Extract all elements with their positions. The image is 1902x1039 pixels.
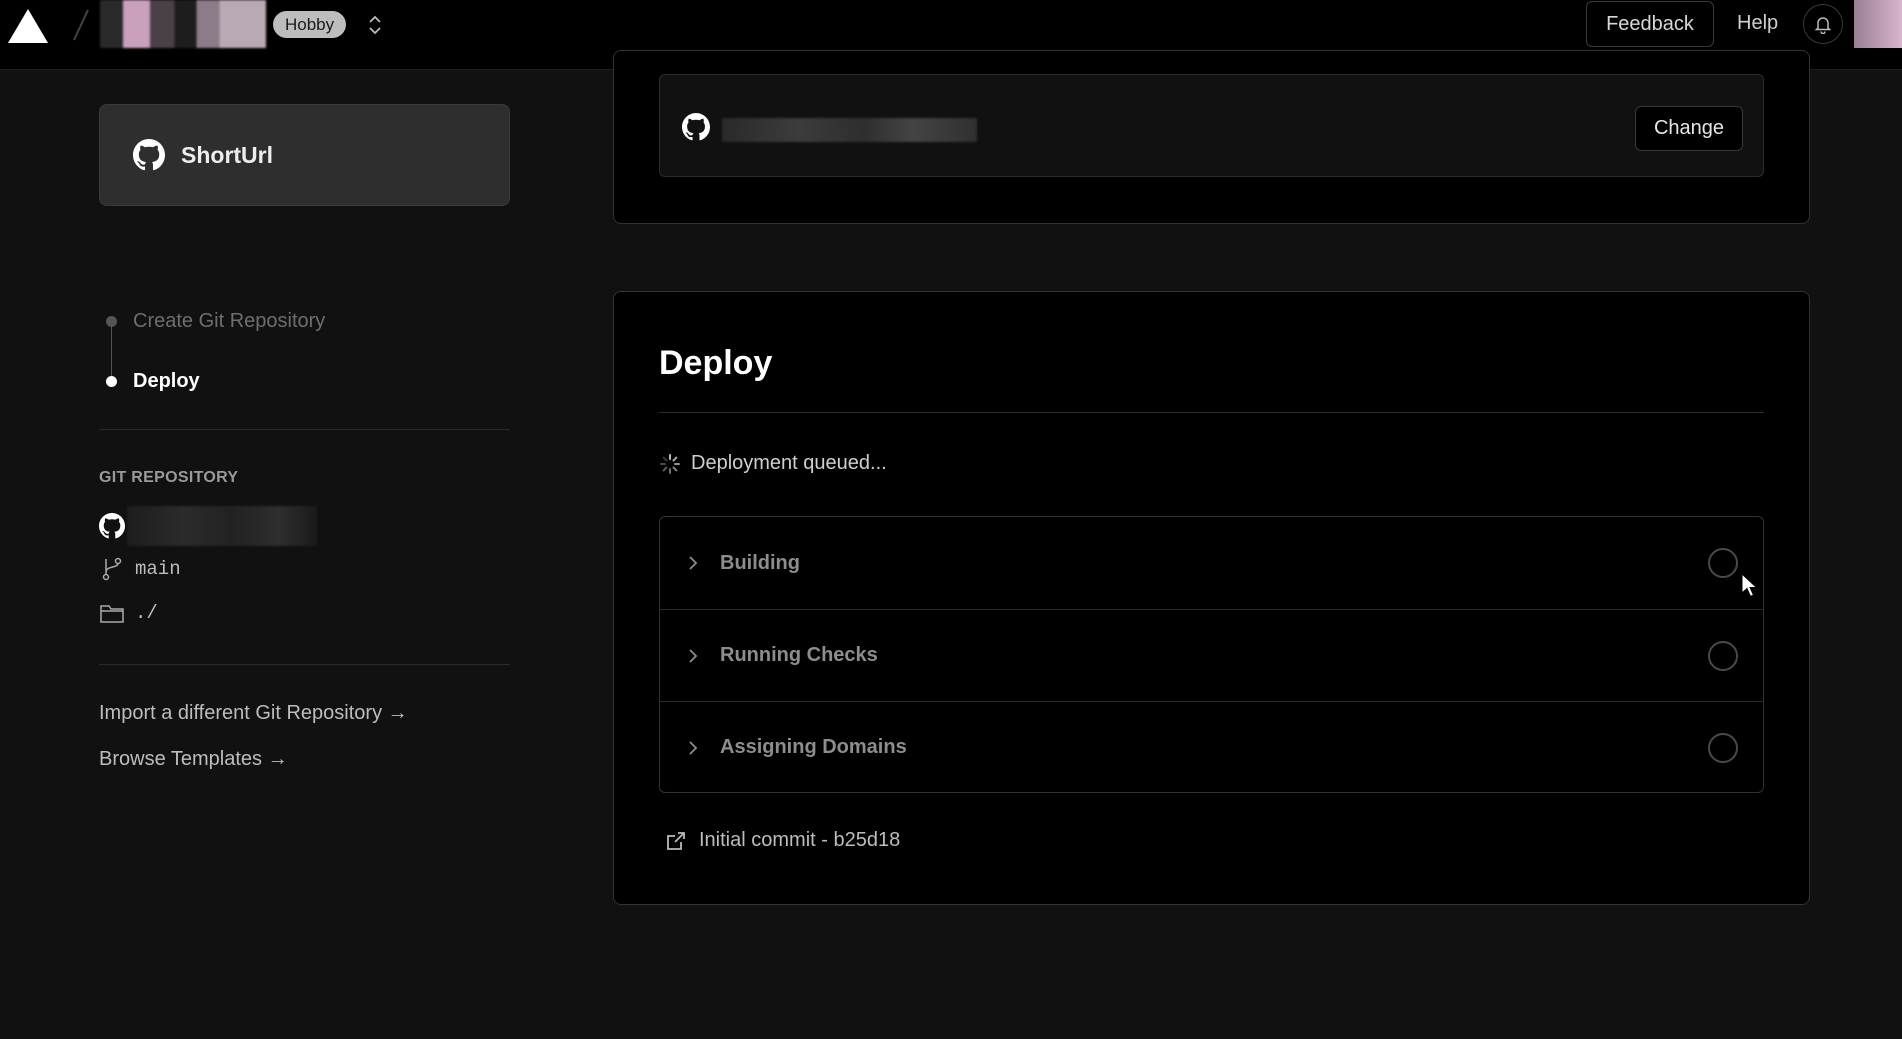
plan-badge: Hobby <box>273 11 347 38</box>
pending-status-icon <box>1708 732 1738 763</box>
feedback-button[interactable]: Feedback <box>1586 1 1714 47</box>
git-repo-name-redacted[interactable] <box>127 506 317 546</box>
step-create-git-repository: Create Git Repository <box>99 310 325 333</box>
github-icon <box>682 113 710 141</box>
repository-card: Change <box>613 50 1810 224</box>
git-branch-icon <box>102 557 122 581</box>
deployment-phases: Building Running Checks Assigning Domain… <box>659 516 1764 793</box>
deploy-card: Deploy Deployment queued... Building Run… <box>613 291 1810 905</box>
phase-running-checks[interactable]: Running Checks <box>660 609 1763 701</box>
pending-status-icon <box>1708 640 1738 671</box>
github-icon <box>99 513 125 539</box>
branch-name: main <box>135 558 181 580</box>
github-icon <box>133 139 165 171</box>
divider <box>659 412 1764 413</box>
project-name: ShortUrl <box>181 141 273 168</box>
phase-building[interactable]: Building <box>660 517 1763 609</box>
phase-label: Running Checks <box>720 644 878 666</box>
step-dot <box>106 376 117 387</box>
chevron-right-icon <box>689 556 698 570</box>
user-avatar[interactable] <box>1854 0 1902 48</box>
pending-status-icon <box>1708 548 1738 578</box>
browse-templates-link[interactable]: Browse Templates → <box>99 748 288 771</box>
commit-message: Initial commit - b25d18 <box>699 829 901 851</box>
step-label: Deploy <box>133 370 200 392</box>
help-link[interactable]: Help <box>1737 12 1778 35</box>
deploy-title: Deploy <box>659 344 773 382</box>
external-link-icon <box>667 831 685 850</box>
selected-repository: Change <box>659 74 1764 177</box>
team-avatar[interactable] <box>100 0 266 48</box>
step-label: Create Git Repository <box>133 310 326 332</box>
chevron-right-icon <box>689 648 698 663</box>
step-dot <box>106 316 117 327</box>
chevron-right-icon <box>689 740 698 755</box>
repository-name-redacted <box>722 118 977 142</box>
git-repo-row <box>99 506 317 546</box>
phase-label: Assigning Domains <box>720 736 907 758</box>
divider <box>99 664 510 665</box>
deployment-status: Deployment queued... <box>659 452 887 475</box>
commit-link[interactable]: Initial commit - b25d18 <box>665 829 900 852</box>
mouse-cursor-icon <box>1741 573 1758 598</box>
bell-icon <box>1814 17 1832 34</box>
git-branch-row: main <box>99 556 181 582</box>
spinner-icon <box>660 453 680 474</box>
git-repository-heading: GIT REPOSITORY <box>99 469 239 486</box>
folder-icon <box>100 605 124 623</box>
chevron-up-down-icon[interactable] <box>367 13 383 37</box>
divider <box>99 429 510 430</box>
root-directory: ./ <box>135 602 158 624</box>
root-directory-row: ./ <box>99 601 158 625</box>
slash-separator-icon <box>73 9 89 41</box>
status-text: Deployment queued... <box>691 452 887 474</box>
change-repository-button[interactable]: Change <box>1635 106 1743 151</box>
phase-assigning-domains[interactable]: Assigning Domains <box>660 701 1763 793</box>
phase-label: Building <box>720 551 800 574</box>
triangle-logo-icon[interactable] <box>6 7 50 45</box>
import-different-repo-link[interactable]: Import a different Git Repository → <box>99 702 408 725</box>
step-deploy: Deploy <box>99 370 200 393</box>
notifications-button[interactable] <box>1803 4 1843 44</box>
project-card: ShortUrl <box>99 104 510 206</box>
